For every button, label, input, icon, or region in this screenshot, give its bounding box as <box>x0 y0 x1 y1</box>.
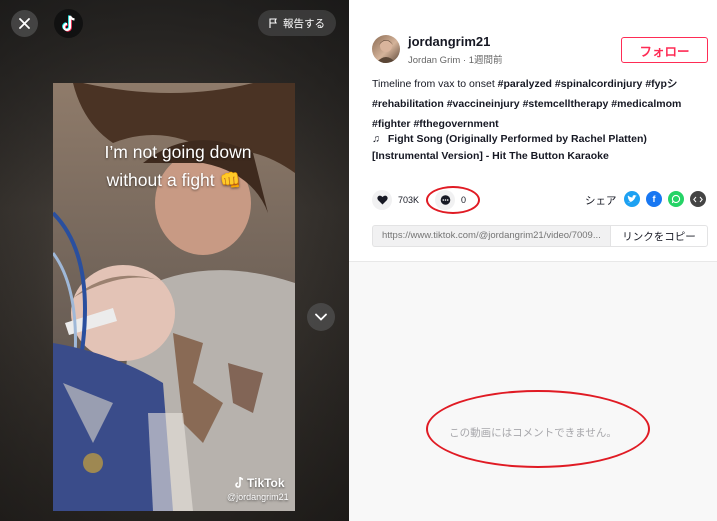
next-video-button[interactable] <box>307 303 335 331</box>
report-label: 報告する <box>283 17 325 30</box>
hashtag[interactable]: #paralyzed <box>498 78 552 90</box>
like-count: 703K <box>398 195 420 205</box>
copy-link-button[interactable]: リンクをコピー <box>610 225 708 247</box>
watermark-username: @jordangrim21 <box>227 492 289 502</box>
hashtag[interactable]: #stemcelltherapy <box>523 98 609 110</box>
music-title: Fight Song (Originally Performed by Rach… <box>372 133 647 162</box>
caption-text: Timeline from vax to onset <box>372 78 495 90</box>
video-player[interactable]: I’m not going down without a fight 👊 Tik… <box>53 83 295 511</box>
tiktok-watermark: TikTok <box>234 476 285 490</box>
chevron-down-icon <box>315 313 327 321</box>
twitter-icon[interactable] <box>624 191 640 207</box>
follow-button[interactable]: フォロー <box>621 37 708 63</box>
author-username[interactable]: jordangrim21 <box>408 34 490 49</box>
embed-icon[interactable] <box>690 191 706 207</box>
hashtag[interactable]: #medicalmom <box>611 98 681 110</box>
highlight-circle-comments-disabled <box>426 390 650 468</box>
hashtag[interactable]: #vaccineinjury <box>447 98 520 110</box>
music-link[interactable]: ♫ Fight Song (Originally Performed by Rac… <box>372 131 712 165</box>
author-avatar[interactable] <box>372 35 400 63</box>
video-pane: 報告する I’m not going down without a fight … <box>0 0 349 521</box>
hashtag[interactable]: #fthegovernment <box>413 118 498 130</box>
video-overlay-text-line1: I’m not going down <box>104 142 252 162</box>
author-meta: Jordan Grim · 1週間前 <box>408 55 503 66</box>
music-note-icon: ♫ <box>372 133 380 145</box>
video-overlay-text-line2: without a fight 👊 <box>106 170 242 190</box>
heart-icon <box>376 195 388 205</box>
hashtag[interactable]: #fighter <box>372 118 411 130</box>
whatsapp-icon[interactable] <box>668 191 684 207</box>
tiktok-note-icon <box>235 477 244 488</box>
highlight-circle-comment-count <box>426 186 480 214</box>
flag-icon <box>269 18 277 28</box>
tiktok-logo-icon[interactable] <box>54 9 83 38</box>
share-link-field[interactable]: https://www.tiktok.com/@jordangrim21/vid… <box>372 225 610 247</box>
video-caption: Timeline from vax to onset #paralyzed #s… <box>372 74 712 134</box>
close-button[interactable] <box>11 10 38 37</box>
report-button[interactable]: 報告する <box>258 10 336 36</box>
like-button[interactable] <box>372 190 392 210</box>
like-stat: 703K <box>372 190 419 210</box>
facebook-icon[interactable]: f <box>646 191 662 207</box>
share-label: シェア <box>585 195 617 207</box>
hashtag[interactable]: #rehabilitation <box>372 98 444 110</box>
hashtag[interactable]: #fypシ <box>645 78 677 90</box>
hashtag[interactable]: #spinalcordinjury <box>555 78 643 90</box>
close-icon <box>19 18 30 29</box>
info-pane: jordangrim21 Jordan Grim · 1週間前 フォロー Tim… <box>349 0 717 521</box>
